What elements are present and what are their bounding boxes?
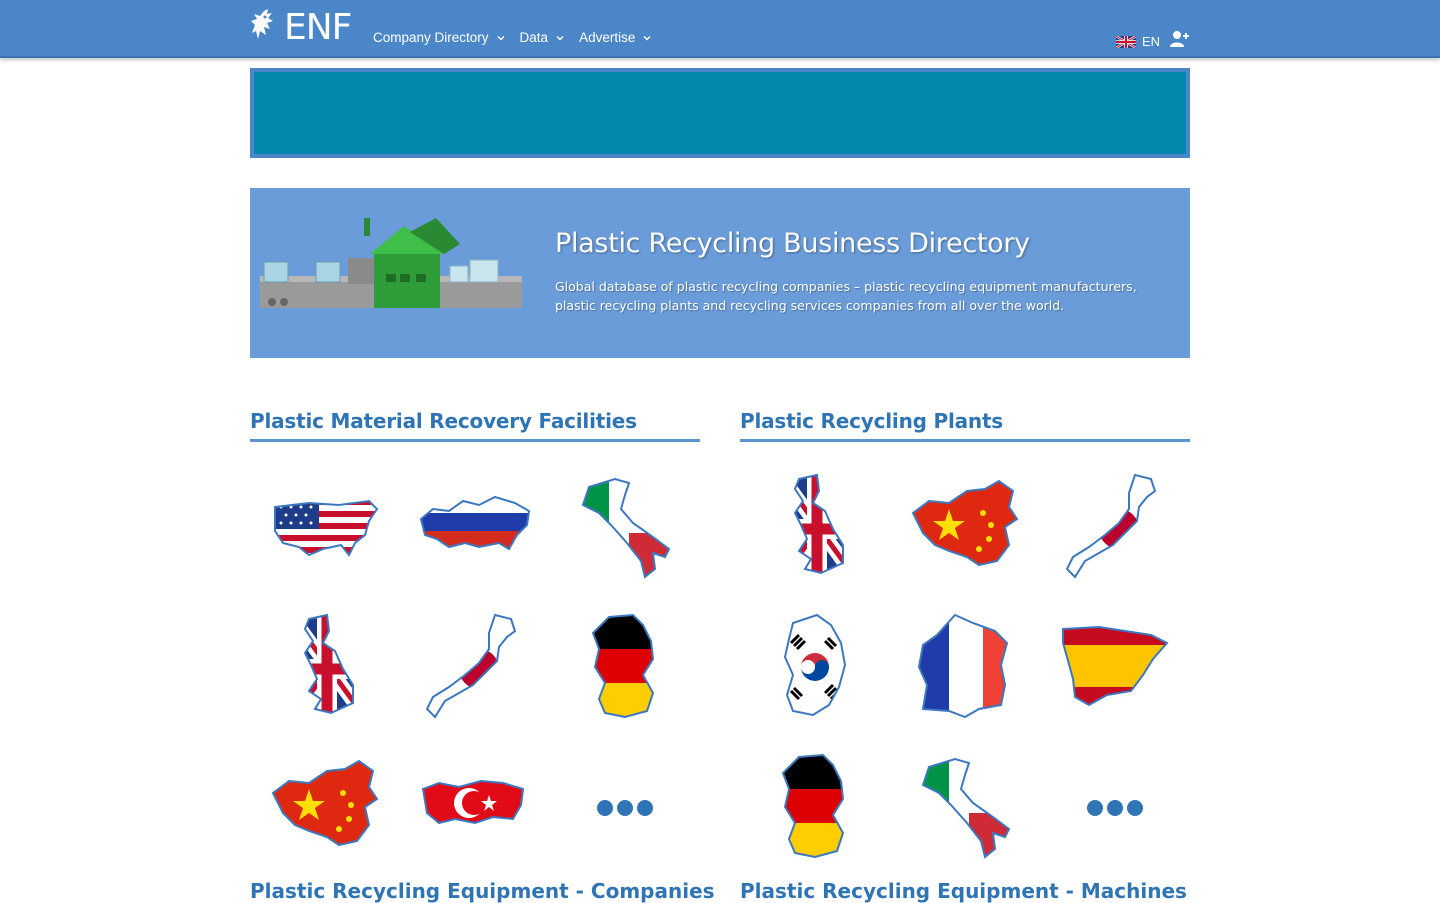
germany-flag-map-icon bbox=[781, 753, 845, 859]
nav-company-directory[interactable]: Company Directory bbox=[373, 30, 506, 45]
section-title[interactable]: Plastic Recycling Plants bbox=[740, 409, 1190, 442]
country-link-france[interactable] bbox=[890, 598, 1040, 738]
south-korea-flag-map-icon bbox=[783, 613, 847, 717]
country-link-united-kingdom[interactable] bbox=[740, 458, 890, 598]
country-grid bbox=[250, 458, 700, 878]
chevron-down-icon bbox=[643, 35, 651, 40]
usa-flag-map-icon bbox=[274, 499, 379, 557]
germany-flag-map-icon bbox=[591, 613, 655, 719]
italy-flag-map-icon bbox=[921, 757, 1011, 859]
country-link-russia[interactable] bbox=[400, 458, 550, 598]
country-link-south-korea[interactable] bbox=[740, 598, 890, 738]
uk-flag-map-icon bbox=[303, 613, 354, 715]
section-recycling-plants: Plastic Recycling Plants bbox=[740, 409, 1190, 878]
section-title-equipment-companies[interactable]: Plastic Recycling Equipment - Companies bbox=[250, 879, 715, 903]
france-flag-map-icon bbox=[917, 613, 1009, 719]
country-link-italy[interactable] bbox=[550, 458, 700, 598]
language-code: EN bbox=[1141, 34, 1160, 49]
top-navigation-bar: ENF Company Directory Data Advertise EN bbox=[0, 0, 1440, 58]
logo-text: ENF bbox=[284, 6, 352, 48]
uk-flag-icon bbox=[1115, 35, 1136, 48]
japan-flag-map-icon bbox=[425, 613, 517, 719]
hero-title: Plastic Recycling Business Directory bbox=[555, 228, 1030, 259]
recycling-plant-illustration bbox=[260, 218, 522, 308]
country-link-united-kingdom[interactable] bbox=[250, 598, 400, 738]
japan-flag-map-icon bbox=[1065, 473, 1157, 579]
country-link-china[interactable] bbox=[250, 738, 400, 878]
china-flag-map-icon bbox=[911, 479, 1019, 567]
section-material-recovery-facilities: Plastic Material Recovery Facilities bbox=[250, 409, 700, 878]
enf-logo[interactable]: ENF bbox=[250, 6, 360, 48]
main-nav: Company Directory Data Advertise bbox=[373, 30, 652, 45]
italy-flag-map-icon bbox=[581, 477, 671, 579]
country-link-usa[interactable] bbox=[250, 458, 400, 598]
chevron-down-icon bbox=[497, 35, 505, 40]
country-link-spain[interactable] bbox=[1040, 598, 1190, 738]
nav-data[interactable]: Data bbox=[520, 30, 566, 45]
nav-company-directory-label: Company Directory bbox=[373, 30, 489, 45]
nav-data-label: Data bbox=[519, 30, 549, 45]
russia-flag-map-icon bbox=[419, 495, 531, 551]
user-add-icon[interactable] bbox=[1170, 30, 1190, 48]
more-countries-button[interactable] bbox=[1040, 738, 1190, 878]
turkey-flag-map-icon bbox=[421, 779, 525, 825]
more-countries-button[interactable] bbox=[550, 738, 700, 878]
hero-banner: Plastic Recycling Business Directory Glo… bbox=[250, 188, 1190, 358]
dragon-logo-icon bbox=[251, 9, 273, 39]
uk-flag-map-icon bbox=[793, 473, 844, 575]
country-link-japan[interactable] bbox=[400, 598, 550, 738]
spain-flag-map-icon bbox=[1062, 625, 1169, 707]
hero-description: Global database of plastic recycling com… bbox=[555, 279, 1137, 313]
language-selector[interactable]: EN bbox=[1115, 34, 1160, 49]
nav-advertise-label: Advertise bbox=[579, 30, 636, 45]
nav-advertise[interactable]: Advertise bbox=[579, 30, 652, 45]
country-link-italy[interactable] bbox=[890, 738, 1040, 878]
country-grid bbox=[740, 458, 1190, 878]
country-link-germany[interactable] bbox=[740, 738, 890, 878]
more-dots-icon bbox=[597, 800, 653, 816]
country-link-germany[interactable] bbox=[550, 598, 700, 738]
country-link-china[interactable] bbox=[890, 458, 1040, 598]
china-flag-map-icon bbox=[271, 759, 379, 847]
section-title[interactable]: Plastic Material Recovery Facilities bbox=[250, 409, 700, 442]
country-link-japan[interactable] bbox=[1040, 458, 1190, 598]
ad-banner[interactable] bbox=[250, 68, 1190, 158]
section-title-equipment-machines[interactable]: Plastic Recycling Equipment - Machines bbox=[740, 879, 1187, 903]
top-bar-inner: ENF Company Directory Data Advertise EN bbox=[250, 0, 1190, 58]
country-link-turkey[interactable] bbox=[400, 738, 550, 878]
more-dots-icon bbox=[1087, 800, 1143, 816]
chevron-down-icon bbox=[556, 35, 564, 40]
